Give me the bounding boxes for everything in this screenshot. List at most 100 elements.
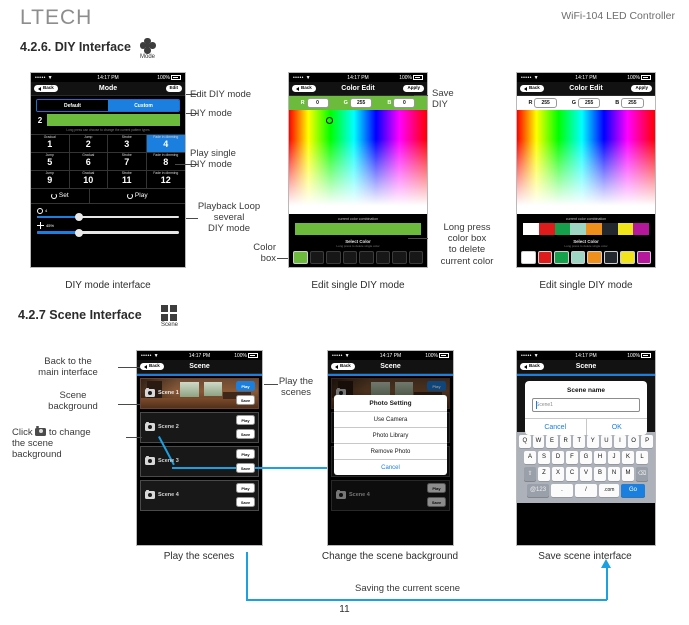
key-m[interactable]: M bbox=[622, 466, 634, 481]
color-swatch-8[interactable] bbox=[636, 251, 651, 264]
key-e[interactable]: E bbox=[546, 434, 558, 448]
play-button[interactable]: Play bbox=[236, 415, 255, 425]
g-value[interactable]: 255 bbox=[349, 98, 373, 108]
key-q[interactable]: Q bbox=[519, 434, 531, 448]
camera-icon[interactable] bbox=[145, 455, 155, 465]
key-l[interactable]: L bbox=[636, 450, 648, 464]
segment-default[interactable]: Default bbox=[37, 100, 108, 111]
sheet-cancel-button[interactable]: Cancel bbox=[334, 460, 447, 475]
back-button[interactable]: Back bbox=[292, 84, 316, 93]
key-a[interactable]: A bbox=[524, 450, 536, 464]
mode-segment-control[interactable]: Default Custom bbox=[36, 99, 180, 112]
camera-icon[interactable] bbox=[145, 421, 155, 431]
key-dotcom[interactable]: .com bbox=[599, 483, 619, 497]
key-j[interactable]: J bbox=[608, 450, 620, 464]
key-r[interactable]: R bbox=[559, 434, 572, 448]
color-swatch-8[interactable] bbox=[408, 251, 423, 264]
scene-card-3[interactable]: Scene 3 Play Save bbox=[140, 445, 259, 477]
key-d[interactable]: D bbox=[552, 450, 564, 464]
set-button[interactable]: Set bbox=[31, 188, 90, 203]
color-swatch-6[interactable] bbox=[375, 251, 390, 264]
backspace-key-icon[interactable]: ⌫ bbox=[636, 466, 648, 481]
save-button[interactable]: Save bbox=[236, 395, 255, 405]
mode-cell-3[interactable]: Strobe 3 bbox=[108, 134, 147, 153]
color-swatch-3[interactable] bbox=[554, 251, 569, 264]
mode-cell-12[interactable]: Fade in dimming 12 bbox=[146, 170, 185, 189]
color-swatch-7[interactable] bbox=[392, 251, 407, 264]
camera-icon[interactable] bbox=[145, 489, 155, 499]
dialog-cancel-button[interactable]: Cancel bbox=[525, 419, 587, 435]
key-slash[interactable]: / bbox=[575, 483, 597, 497]
key-period[interactable]: . bbox=[551, 483, 573, 497]
g-value[interactable]: 255 bbox=[577, 98, 601, 108]
back-button[interactable]: Back bbox=[34, 84, 58, 93]
scene-name-input[interactable]: Scene1 bbox=[532, 398, 640, 412]
apply-button[interactable]: Apply bbox=[631, 84, 652, 93]
mode-cell-1[interactable]: Gradual 1 bbox=[31, 134, 70, 153]
edit-button[interactable]: Edit bbox=[165, 84, 182, 93]
numeric-mode-key[interactable]: @123 bbox=[527, 483, 549, 497]
key-y[interactable]: Y bbox=[587, 434, 599, 448]
mode-cell-8[interactable]: Fade in dimming 8 bbox=[146, 152, 185, 171]
key-p[interactable]: P bbox=[641, 434, 653, 448]
mode-cell-4[interactable]: Fade in dimming 4 bbox=[146, 134, 185, 153]
key-b[interactable]: B bbox=[594, 466, 606, 481]
color-swatch-5[interactable] bbox=[359, 251, 374, 264]
color-picker-area[interactable] bbox=[289, 110, 427, 214]
color-picker-area[interactable] bbox=[517, 110, 655, 214]
save-button[interactable]: Save bbox=[236, 497, 255, 507]
key-z[interactable]: Z bbox=[538, 466, 550, 481]
dialog-ok-button[interactable]: OK bbox=[587, 419, 648, 435]
color-swatch-6[interactable] bbox=[603, 251, 618, 264]
scene-card-1[interactable]: Scene 1 Play Save bbox=[140, 377, 259, 409]
key-k[interactable]: K bbox=[622, 450, 634, 464]
color-swatch-4[interactable] bbox=[342, 251, 357, 264]
mode-cell-10[interactable]: Gradual 10 bbox=[69, 170, 108, 189]
scene-card-4[interactable]: Scene 4 Play Save bbox=[140, 479, 259, 511]
color-swatch-5[interactable] bbox=[587, 251, 602, 264]
r-value[interactable]: 255 bbox=[534, 98, 557, 108]
key-g[interactable]: G bbox=[580, 450, 592, 464]
r-value[interactable]: 0 bbox=[306, 98, 329, 108]
mode-cell-11[interactable]: Strobe 11 bbox=[108, 170, 147, 189]
b-value[interactable]: 255 bbox=[621, 98, 644, 108]
key-t[interactable]: T bbox=[573, 434, 585, 448]
key-c[interactable]: C bbox=[566, 466, 578, 481]
key-s[interactable]: S bbox=[538, 450, 550, 464]
key-n[interactable]: N bbox=[608, 466, 620, 481]
play-button[interactable]: Play bbox=[90, 189, 185, 203]
play-button[interactable]: Play bbox=[236, 381, 255, 391]
play-button[interactable]: Play bbox=[236, 449, 255, 459]
back-button[interactable]: Back bbox=[331, 362, 355, 371]
color-swatch-3[interactable] bbox=[326, 251, 341, 264]
sheet-option-photo-library[interactable]: Photo Library bbox=[334, 428, 447, 444]
key-i[interactable]: I bbox=[614, 434, 626, 448]
color-swatch-7[interactable] bbox=[620, 251, 635, 264]
mode-cell-2[interactable]: Jump 2 bbox=[69, 134, 108, 153]
mode-cell-7[interactable]: Strobe 7 bbox=[108, 152, 147, 171]
play-button[interactable]: Play bbox=[236, 483, 255, 493]
current-pattern-color-bar[interactable] bbox=[47, 114, 180, 126]
save-button[interactable]: Save bbox=[236, 463, 255, 473]
color-swatch-1[interactable] bbox=[293, 251, 308, 264]
sheet-option-use-camera[interactable]: Use Camera bbox=[334, 412, 447, 428]
key-f[interactable]: F bbox=[566, 450, 578, 464]
speed-slider[interactable] bbox=[37, 213, 179, 222]
save-button[interactable]: Save bbox=[236, 429, 255, 439]
color-swatch-2[interactable] bbox=[309, 251, 324, 264]
key-h[interactable]: H bbox=[594, 450, 606, 464]
b-value[interactable]: 0 bbox=[393, 98, 416, 108]
key-v[interactable]: V bbox=[580, 466, 592, 481]
back-button[interactable]: Back bbox=[520, 84, 544, 93]
segment-custom[interactable]: Custom bbox=[108, 100, 179, 111]
color-swatch-1[interactable] bbox=[521, 251, 536, 264]
key-x[interactable]: X bbox=[552, 466, 564, 481]
mode-cell-6[interactable]: Gradual 6 bbox=[69, 152, 108, 171]
go-key[interactable]: Go bbox=[621, 483, 645, 497]
key-u[interactable]: U bbox=[600, 434, 613, 448]
sheet-option-remove-photo[interactable]: Remove Photo bbox=[334, 444, 447, 460]
key-o[interactable]: O bbox=[627, 434, 640, 448]
camera-icon[interactable] bbox=[145, 387, 155, 397]
color-swatch-4[interactable] bbox=[570, 251, 585, 264]
color-swatch-2[interactable] bbox=[537, 251, 552, 264]
